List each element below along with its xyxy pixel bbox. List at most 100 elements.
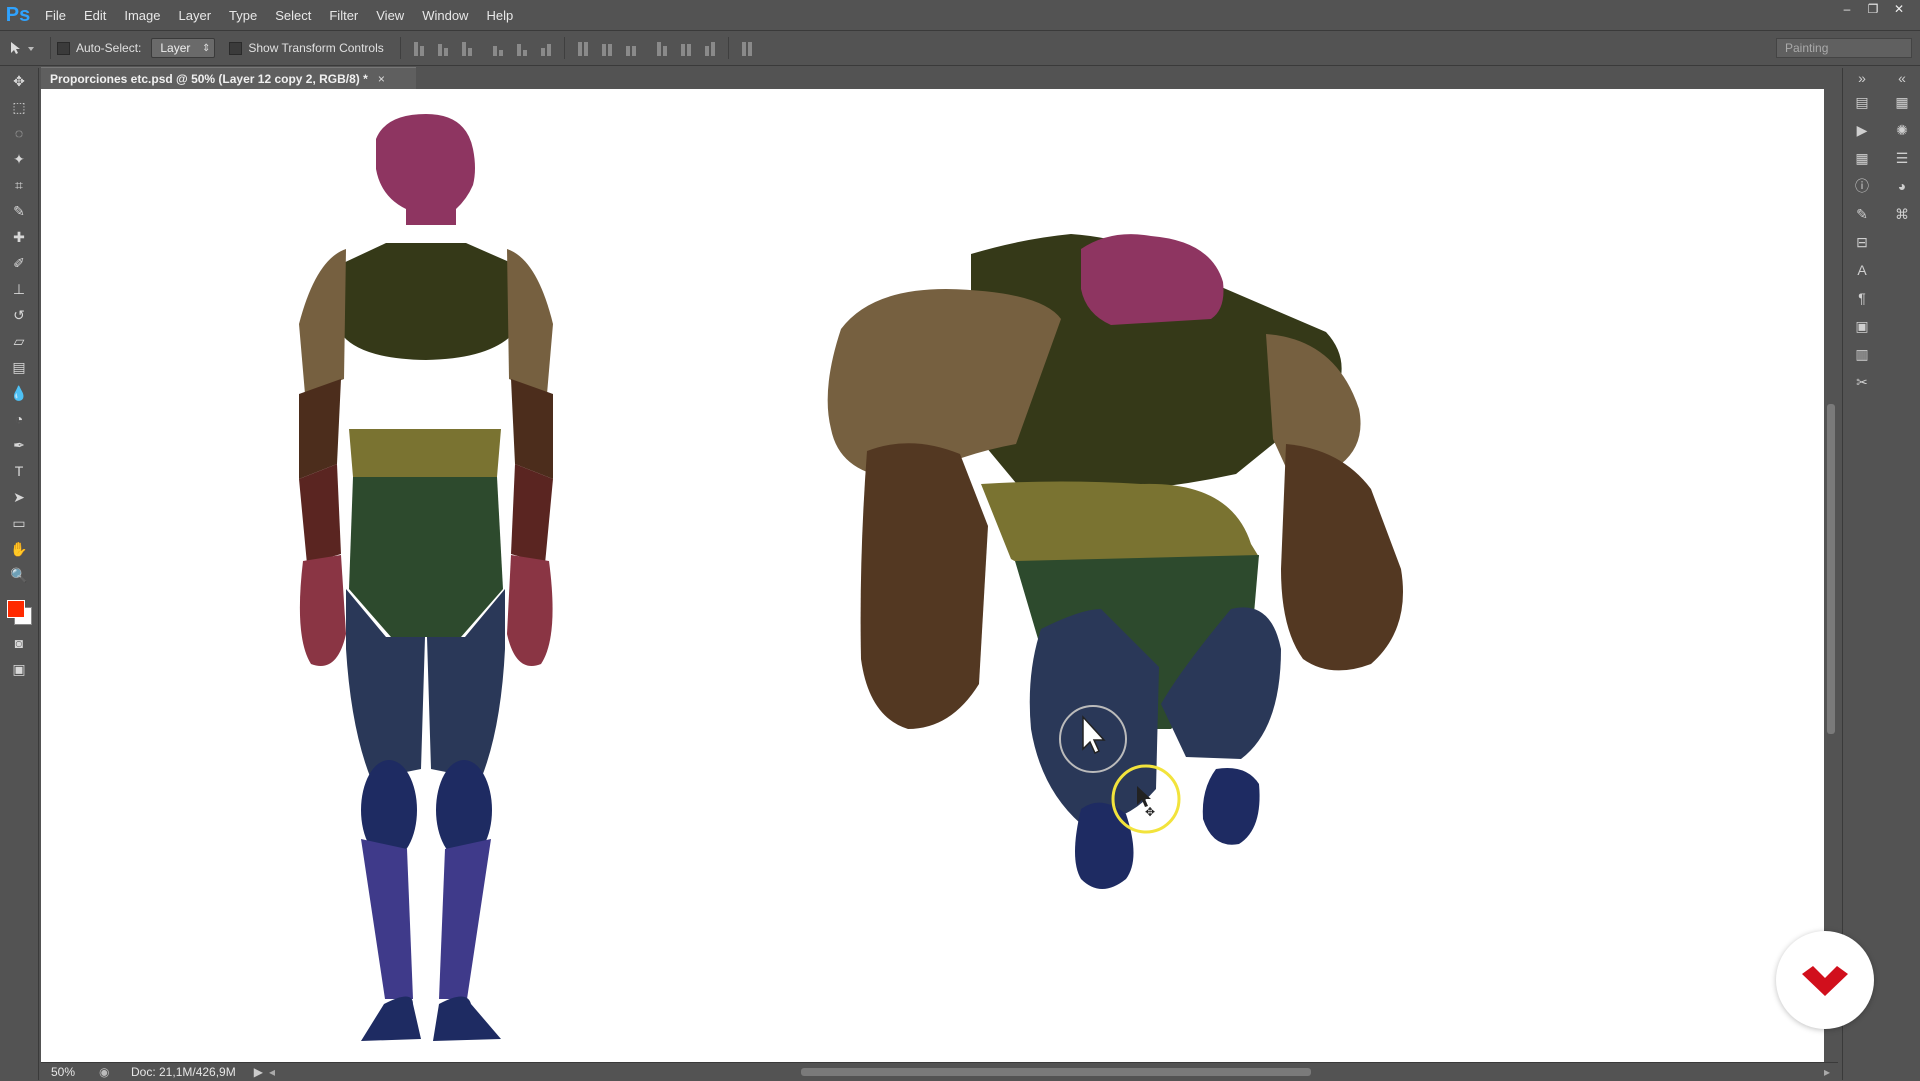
- brush-panel-icon[interactable]: ✎: [1843, 200, 1881, 228]
- clone-stamp-tool-icon[interactable]: ⊥: [0, 276, 38, 302]
- layers-panel-icon[interactable]: ▦: [1883, 88, 1920, 116]
- photoshop-logo: Ps: [5, 3, 31, 26]
- color-swatches[interactable]: [0, 588, 38, 630]
- vertical-scroll-thumb[interactable]: [1827, 404, 1835, 734]
- horizontal-scroll-thumb[interactable]: [801, 1068, 1311, 1076]
- rectangle-tool-icon[interactable]: ▭: [0, 510, 38, 536]
- swatches-panel-icon[interactable]: ◕: [1883, 172, 1920, 200]
- crop-tool-icon[interactable]: ⌗: [0, 172, 38, 198]
- divider: [399, 37, 401, 59]
- actions-panel-icon[interactable]: ▶: [1843, 116, 1881, 144]
- gradient-tool-icon[interactable]: ▤: [0, 354, 38, 380]
- distribute-vcenter-icon[interactable]: [598, 40, 616, 56]
- eraser-tool-icon[interactable]: ▱: [0, 328, 38, 354]
- menu-edit[interactable]: Edit: [75, 8, 115, 23]
- tool-presets-panel-icon[interactable]: ✂: [1843, 368, 1881, 396]
- magic-wand-tool-icon[interactable]: ✦: [0, 146, 38, 172]
- foreground-color[interactable]: [7, 600, 25, 618]
- path-selection-tool-icon[interactable]: ➤: [0, 484, 38, 510]
- clone-source-panel-icon[interactable]: ⊟: [1843, 228, 1881, 256]
- align-bottom-icon[interactable]: [458, 40, 476, 56]
- menu-image[interactable]: Image: [115, 8, 169, 23]
- properties-panel-icon[interactable]: ▥: [1843, 340, 1881, 368]
- menu-bar: Ps File Edit Image Layer Type Select Fil…: [0, 0, 1920, 30]
- move-tool-icon: [11, 42, 34, 54]
- maximize-button[interactable]: ❐: [1860, 0, 1886, 18]
- menu-help[interactable]: Help: [477, 8, 522, 23]
- align-top-icon[interactable]: [410, 40, 428, 56]
- marquee-tool-icon[interactable]: ⬚: [0, 94, 38, 120]
- window-controls: – ❐ ✕: [1834, 0, 1912, 18]
- auto-select-dropdown[interactable]: Layer: [151, 38, 216, 58]
- adjustments-panel-icon[interactable]: ☰: [1883, 144, 1920, 172]
- divider: [50, 37, 51, 59]
- auto-select-label: Auto-Select:: [76, 41, 142, 55]
- menu-type[interactable]: Type: [220, 8, 266, 23]
- menu-select[interactable]: Select: [266, 8, 320, 23]
- paths-panel-icon[interactable]: ⌘: [1883, 200, 1920, 228]
- info-panel-icon[interactable]: ⓘ: [1843, 172, 1881, 200]
- show-transform-label: Show Transform Controls: [248, 41, 384, 55]
- menu-layer[interactable]: Layer: [170, 8, 221, 23]
- status-bar: 50% ◉ Doc: 21,1M/426,9M ▶ ◂ ▸: [41, 1062, 1838, 1081]
- scroll-left-icon[interactable]: ◂: [269, 1065, 275, 1079]
- tool-preset-picker[interactable]: [0, 40, 44, 56]
- distribute-left-icon[interactable]: [653, 40, 671, 56]
- align-left-icon[interactable]: [489, 40, 507, 56]
- distribute-right-icon[interactable]: [701, 40, 719, 56]
- menu-file[interactable]: File: [36, 8, 75, 23]
- lasso-tool-icon[interactable]: ◌: [0, 120, 38, 146]
- pen-tool-icon[interactable]: ✒: [0, 432, 38, 458]
- screen-mode-icon[interactable]: ▣: [0, 656, 38, 682]
- document-tab[interactable]: Proporciones etc.psd @ 50% (Layer 12 cop…: [41, 67, 416, 89]
- document-title: Proporciones etc.psd @ 50% (Layer 12 cop…: [50, 71, 368, 86]
- paragraph-panel-icon[interactable]: ¶: [1843, 284, 1881, 312]
- close-document-icon[interactable]: ×: [378, 72, 385, 86]
- scroll-right-icon[interactable]: ▸: [1824, 1065, 1830, 1079]
- expand-panels-icon[interactable]: «: [1883, 68, 1920, 88]
- align-right-icon[interactable]: [537, 40, 555, 56]
- styles-panel-icon[interactable]: ✺: [1883, 116, 1920, 144]
- distribute-bottom-icon[interactable]: [622, 40, 640, 56]
- menu-view[interactable]: View: [367, 8, 413, 23]
- history-panel-icon[interactable]: ▤: [1843, 88, 1881, 116]
- distribute-hcenter-icon[interactable]: [677, 40, 695, 56]
- auto-select-checkbox[interactable]: [57, 41, 70, 55]
- brush-tool-icon[interactable]: ✐: [0, 250, 38, 276]
- channel-logo: [1776, 931, 1874, 1029]
- notes-panel-icon[interactable]: ▣: [1843, 312, 1881, 340]
- canvas-artwork: ✥: [299, 114, 1403, 1041]
- quick-mask-icon[interactable]: ◙: [0, 630, 38, 656]
- zoom-level[interactable]: 50%: [51, 1065, 91, 1079]
- document-size: Doc: 21,1M/426,9M: [131, 1065, 236, 1079]
- align-vcenter-icon[interactable]: [434, 40, 452, 56]
- canvas[interactable]: ✥: [41, 89, 1824, 1062]
- menu-window[interactable]: Window: [413, 8, 477, 23]
- layer-comps-panel-icon[interactable]: ▦: [1843, 144, 1881, 172]
- panel-dock: » ▤ ▶ ▦ ⓘ ✎ ⊟ A ¶ ▣ ▥ ✂ « ▦ ✺ ☰ ◕ ⌘: [1842, 68, 1920, 1080]
- menu-filter[interactable]: Filter: [320, 8, 367, 23]
- minimize-button[interactable]: –: [1834, 0, 1860, 18]
- zoom-tool-icon[interactable]: 🔍: [0, 562, 38, 588]
- show-transform-checkbox[interactable]: [229, 41, 243, 55]
- blur-tool-icon[interactable]: 💧: [0, 380, 38, 406]
- auto-align-layers-icon[interactable]: [738, 40, 756, 56]
- toolbox: ✥ ⬚ ◌ ✦ ⌗ ✎ ✚ ✐ ⊥ ↺ ▱ ▤ 💧 ◔ ✒ T ➤ ▭ ✋ 🔍 …: [0, 68, 39, 1080]
- distribute-top-icon[interactable]: [574, 40, 592, 56]
- type-tool-icon[interactable]: T: [0, 458, 38, 484]
- vertical-scrollbar[interactable]: [1824, 89, 1838, 1062]
- character-panel-icon[interactable]: A: [1843, 256, 1881, 284]
- dodge-tool-icon[interactable]: ◔: [0, 406, 38, 432]
- eyedropper-tool-icon[interactable]: ✎: [0, 198, 38, 224]
- heart-logo-icon: [1802, 966, 1848, 996]
- healing-brush-tool-icon[interactable]: ✚: [0, 224, 38, 250]
- hand-tool-icon[interactable]: ✋: [0, 536, 38, 562]
- workspace-switcher[interactable]: Painting: [1776, 38, 1912, 58]
- divider: [727, 37, 729, 59]
- history-brush-tool-icon[interactable]: ↺: [0, 302, 38, 328]
- align-hcenter-icon[interactable]: [513, 40, 531, 56]
- collapse-panels-icon[interactable]: »: [1843, 68, 1881, 88]
- status-menu-arrow-icon[interactable]: ▶: [254, 1065, 263, 1079]
- move-tool-icon[interactable]: ✥: [0, 68, 38, 94]
- close-window-button[interactable]: ✕: [1886, 0, 1912, 18]
